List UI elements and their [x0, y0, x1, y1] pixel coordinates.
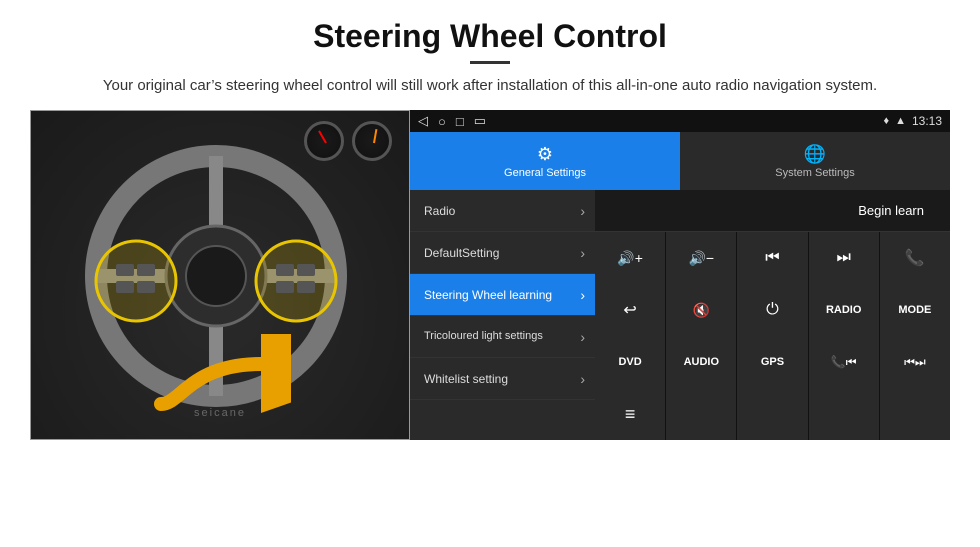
back-icon: ↩	[623, 300, 636, 320]
menu-item-radio[interactable]: Radio ›	[410, 190, 595, 232]
status-bar-left: ◁ ○ □ ▭	[418, 113, 486, 129]
menu-default-chevron: ›	[580, 245, 585, 261]
tab-general-settings[interactable]: ⚙ General Settings	[410, 132, 680, 190]
tab-bar: ⚙ General Settings 🌐 System Settings	[410, 132, 950, 190]
main-content: Radio › DefaultSetting › Steering Wheel …	[410, 190, 950, 440]
empty-btn-2	[666, 388, 736, 440]
audio-btn[interactable]: AUDIO	[666, 336, 736, 388]
left-menu: Radio › DefaultSetting › Steering Wheel …	[410, 190, 595, 440]
control-grid-row1: 🔊+ 🔊− ⏮ ⏭ 📞	[595, 232, 950, 284]
menu-steering-chevron: ›	[580, 287, 585, 303]
tab-system-settings[interactable]: 🌐 System Settings	[680, 132, 950, 190]
content-row: seicane ◁ ○ □ ▭ ♦ ▲ 13:13	[30, 110, 950, 440]
status-bar: ◁ ○ □ ▭ ♦ ▲ 13:13	[410, 110, 950, 132]
menu-icon-btn[interactable]: ≡	[595, 388, 665, 440]
tab-general-label: General Settings	[504, 167, 586, 179]
control-grid-row4: ≡	[595, 388, 950, 440]
mute-btn[interactable]: 🔇	[666, 284, 736, 336]
vol-down-icon: 🔊−	[688, 250, 714, 267]
dvd-label: DVD	[618, 356, 641, 368]
watermark: seicane	[194, 407, 246, 419]
title-divider	[470, 61, 510, 64]
dvd-btn[interactable]: DVD	[595, 336, 665, 388]
menu-item-steering-wheel[interactable]: Steering Wheel learning ›	[410, 274, 595, 316]
back-nav-icon[interactable]: ◁	[418, 113, 428, 129]
signal-icon: ▲	[895, 115, 906, 127]
menu-item-tricoloured-label: Tricoloured light settings	[424, 329, 580, 343]
control-grid-row3: DVD AUDIO GPS 📞⏮ ⏮⏭	[595, 336, 950, 388]
status-bar-right: ♦ ▲ 13:13	[883, 114, 942, 128]
page-subtitle: Your original car’s steering wheel contr…	[30, 74, 950, 98]
empty-btn-3	[737, 388, 807, 440]
menu-item-radio-label: Radio	[424, 204, 580, 218]
audio-label: AUDIO	[684, 356, 719, 368]
android-panel: ◁ ○ □ ▭ ♦ ▲ 13:13 ⚙ General Settings	[410, 110, 950, 440]
menu-item-tricoloured[interactable]: Tricoloured light settings ›	[410, 316, 595, 358]
general-settings-icon: ⚙	[537, 144, 553, 165]
back-btn[interactable]: ↩	[595, 284, 665, 336]
vol-up-icon: 🔊+	[617, 250, 643, 267]
mute-icon: 🔇	[693, 302, 710, 319]
next-btn[interactable]: ⏭	[809, 232, 879, 284]
right-panel: Begin learn 🔊+ 🔊− ⏮	[595, 190, 950, 440]
prev-btn[interactable]: ⏮	[737, 232, 807, 284]
menu-item-default-setting[interactable]: DefaultSetting ›	[410, 232, 595, 274]
gauge-right-needle	[373, 129, 377, 143]
radio-btn[interactable]: RADIO	[809, 284, 879, 336]
menu-item-default-label: DefaultSetting	[424, 246, 580, 260]
menu-tricoloured-chevron: ›	[580, 329, 585, 345]
power-btn[interactable]: ⏻	[737, 284, 807, 336]
system-settings-icon: 🌐	[804, 144, 826, 165]
vol-up-btn[interactable]: 🔊+	[595, 232, 665, 284]
menu-item-steering-label: Steering Wheel learning	[424, 288, 580, 302]
gps-btn[interactable]: GPS	[737, 336, 807, 388]
phone-next-btn[interactable]: ⏮⏭	[880, 336, 950, 388]
next-icon: ⏭	[836, 249, 850, 267]
page-container: Steering Wheel Control Your original car…	[0, 0, 980, 450]
home-nav-icon[interactable]: ○	[438, 114, 446, 129]
prev-icon: ⏮	[765, 249, 779, 267]
menu-item-whitelist[interactable]: Whitelist setting ›	[410, 358, 595, 400]
menu-item-whitelist-label: Whitelist setting	[424, 372, 580, 386]
radio-label: RADIO	[826, 304, 861, 316]
title-section: Steering Wheel Control Your original car…	[30, 18, 950, 98]
gps-label: GPS	[761, 356, 784, 368]
empty-btn-4	[809, 388, 879, 440]
call-btn[interactable]: 📞	[880, 232, 950, 284]
screenshot-icon[interactable]: ▭	[474, 113, 486, 129]
call-icon: 📞	[905, 248, 925, 268]
empty-btn-5	[880, 388, 950, 440]
menu-icon: ≡	[625, 404, 636, 425]
status-time: 13:13	[912, 114, 942, 128]
menu-whitelist-chevron: ›	[580, 371, 585, 387]
phone-prev-btn[interactable]: 📞⏮	[809, 336, 879, 388]
car-image-bg: seicane	[31, 111, 409, 439]
page-title: Steering Wheel Control	[30, 18, 950, 55]
begin-learn-button[interactable]: Begin learn	[842, 197, 940, 224]
menu-radio-chevron: ›	[580, 203, 585, 219]
phone-next-icon: ⏮⏭	[904, 355, 926, 370]
mode-btn[interactable]: MODE	[880, 284, 950, 336]
location-icon: ♦	[883, 115, 889, 127]
control-grid-row2: ↩ 🔇 ⏻ RADIO MODE	[595, 284, 950, 336]
tab-system-label: System Settings	[775, 167, 854, 179]
recents-nav-icon[interactable]: □	[456, 114, 464, 129]
phone-prev-icon: 📞⏮	[831, 355, 857, 370]
vol-down-btn[interactable]: 🔊−	[666, 232, 736, 284]
power-icon: ⏻	[766, 301, 779, 319]
begin-learn-row: Begin learn	[595, 190, 950, 232]
car-image-section: seicane	[30, 110, 410, 440]
mode-label: MODE	[898, 304, 931, 316]
